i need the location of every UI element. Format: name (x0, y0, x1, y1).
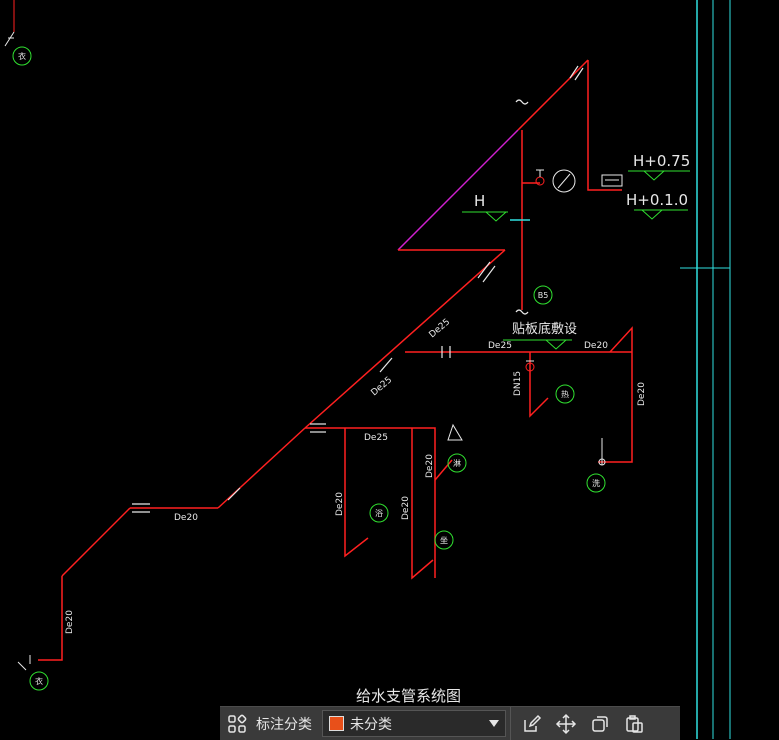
elevation-h075: H+0.75 (633, 152, 690, 170)
tag-t1: 衣 (12, 46, 32, 66)
svg-text:衣: 衣 (35, 676, 43, 686)
paste-icon[interactable] (617, 707, 651, 740)
category-label: 标注分类 (256, 716, 312, 733)
svg-text:衣: 衣 (18, 51, 26, 61)
de20-label-7: De20 (65, 610, 75, 634)
cad-drawing[interactable]: H+0.75 H+0.1.0 H 贴板底敷设 De25 De20 De25 De… (0, 0, 779, 739)
category-select[interactable]: 未分类 (322, 710, 506, 737)
category-color-swatch (329, 716, 344, 731)
copy-icon[interactable] (583, 707, 617, 740)
pipe-network (38, 59, 633, 661)
de20-label-4: De20 (425, 454, 435, 478)
de25-label-1: De25 (488, 341, 512, 351)
de25-label-3: De25 (428, 317, 453, 340)
svg-text:坐: 坐 (440, 536, 448, 545)
de20-label-5: De20 (335, 492, 345, 516)
tag-t2: B5 (533, 285, 553, 305)
tag-t4: 洗 (586, 473, 606, 493)
tag-t7: 坐 (434, 530, 454, 550)
elevation-h: H (474, 192, 485, 210)
tag-t8: 衣 (29, 671, 49, 691)
dn15-label: DN15 (513, 371, 523, 396)
tag-t5: 淋 (447, 453, 467, 473)
chevron-down-icon (489, 720, 499, 727)
de20-label-2: De20 (174, 513, 198, 523)
annotation-toolbar: 标注分类 未分类 (220, 706, 680, 740)
svg-text:B5: B5 (538, 291, 549, 300)
fixture-marks (17, 423, 606, 671)
elevation-h010: H+0.1.0 (626, 191, 688, 209)
layout-grid-icon[interactable] (220, 707, 254, 740)
move-icon[interactable] (549, 707, 583, 740)
floor-slab-note: 贴板底敷设 (512, 321, 577, 337)
de20-label-3: De20 (637, 382, 647, 406)
category-selected-value: 未分类 (350, 716, 392, 733)
drawing-title: 给水支管系统图 (356, 687, 461, 705)
tag-t6: 浴 (369, 503, 389, 523)
top-left-fixture (4, 0, 15, 47)
de20-label-1: De20 (584, 341, 608, 351)
boundary-lines (680, 0, 731, 739)
svg-text:淋: 淋 (453, 458, 461, 468)
tag-t3: 热 (555, 384, 575, 404)
svg-text:热: 热 (561, 389, 569, 399)
svg-text:浴: 浴 (375, 508, 383, 518)
de25-label-2: De25 (364, 433, 388, 443)
svg-text:洗: 洗 (592, 478, 600, 488)
edit-icon[interactable] (515, 707, 549, 740)
de25-label-4: De25 (370, 375, 395, 398)
de20-label-6: De20 (401, 496, 411, 520)
toolbar-divider (510, 707, 511, 740)
